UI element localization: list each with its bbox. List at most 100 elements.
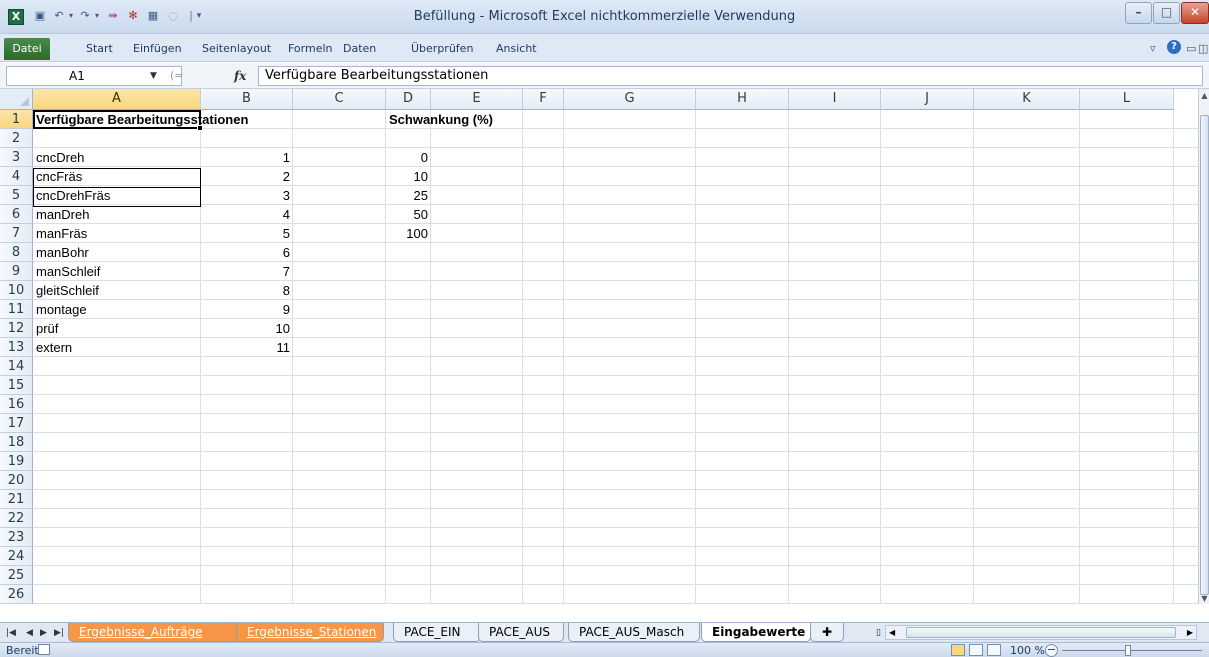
cell-a11[interactable]: montage xyxy=(33,300,90,319)
scroll-left-icon[interactable]: ◀ xyxy=(889,626,895,639)
name-box-dropdown-icon[interactable]: ▼ xyxy=(150,66,157,86)
column-header-b[interactable]: B xyxy=(201,89,293,110)
prev-sheet-icon[interactable]: ◀ xyxy=(26,625,33,641)
scroll-down-icon[interactable]: ▼ xyxy=(1199,594,1209,604)
formula-input[interactable]: Verfügbare Bearbeitungsstationen xyxy=(258,66,1203,86)
row-header-2[interactable]: 2 xyxy=(0,129,33,148)
sheet-tab-pace-aus[interactable]: PACE_AUS xyxy=(478,623,564,642)
cell-b6[interactable]: 4 xyxy=(201,205,293,224)
custom-icon-2[interactable]: ✻ xyxy=(126,9,140,23)
sheet-tab-pace-aus-masch[interactable]: PACE_AUS_Masch xyxy=(568,623,700,642)
cell-a12[interactable]: prüf xyxy=(33,319,61,338)
vertical-scroll-thumb[interactable] xyxy=(1200,115,1209,595)
cell-a8[interactable]: manBohr xyxy=(33,243,92,262)
tab-seitenlayout[interactable]: Seitenlayout xyxy=(202,40,271,58)
cell-d5[interactable]: 25 xyxy=(386,186,431,205)
cell-b4[interactable]: 2 xyxy=(201,167,293,186)
row-header-25[interactable]: 25 xyxy=(0,566,33,585)
row-header-13[interactable]: 13 xyxy=(0,338,33,357)
zoom-level[interactable]: 100 % xyxy=(1010,643,1045,657)
column-header-h[interactable]: H xyxy=(696,89,789,110)
zoom-slider-track[interactable] xyxy=(1062,650,1202,651)
cell-b11[interactable]: 9 xyxy=(201,300,293,319)
sheet-tab-pace-ein[interactable]: PACE_EIN xyxy=(393,623,481,642)
tab-ansicht[interactable]: Ansicht xyxy=(496,40,537,58)
row-header-19[interactable]: 19 xyxy=(0,452,33,471)
row-header-26[interactable]: 26 xyxy=(0,585,33,604)
cell-d4[interactable]: 10 xyxy=(386,167,431,186)
page-layout-view-icon[interactable] xyxy=(969,644,983,656)
cell-a5[interactable]: cncDrehFräs xyxy=(33,186,113,205)
column-header-e[interactable]: E xyxy=(431,89,523,110)
normal-view-icon[interactable] xyxy=(951,644,965,656)
cell-d6[interactable]: 50 xyxy=(386,205,431,224)
row-header-8[interactable]: 8 xyxy=(0,243,33,262)
row-header-14[interactable]: 14 xyxy=(0,357,33,376)
row-header-15[interactable]: 15 xyxy=(0,376,33,395)
row-header-17[interactable]: 17 xyxy=(0,414,33,433)
row-header-12[interactable]: 12 xyxy=(0,319,33,338)
row-header-20[interactable]: 20 xyxy=(0,471,33,490)
custom-icon-4[interactable]: ◌ xyxy=(166,9,180,23)
cell-a3[interactable]: cncDreh xyxy=(33,148,87,167)
ribbon-collapse-icon[interactable]: ▿ xyxy=(1150,40,1156,58)
tab-daten[interactable]: Daten xyxy=(343,40,376,58)
cell-b12[interactable]: 10 xyxy=(201,319,293,338)
column-header-k[interactable]: K xyxy=(974,89,1080,110)
column-header-f[interactable]: F xyxy=(523,89,564,110)
horizontal-scroll-thumb[interactable] xyxy=(906,627,1176,638)
minimize-button[interactable]: – xyxy=(1125,2,1152,24)
scroll-right-icon[interactable]: ▶ xyxy=(1187,626,1193,639)
horizontal-scrollbar[interactable]: ◀ ▶ xyxy=(885,625,1197,640)
first-sheet-icon[interactable]: |◀ xyxy=(6,625,16,641)
sheet-tab-eingabewerte[interactable]: Eingabewerte xyxy=(701,623,811,642)
scroll-up-icon[interactable]: ▲ xyxy=(1199,89,1209,103)
zoom-out-button[interactable]: − xyxy=(1045,644,1058,657)
row-header-9[interactable]: 9 xyxy=(0,262,33,281)
redo-dropdown-icon[interactable]: ▾ xyxy=(90,9,104,23)
help-icon[interactable]: ? xyxy=(1167,40,1181,54)
column-header-c[interactable]: C xyxy=(293,89,386,110)
cell-b5[interactable]: 3 xyxy=(201,186,293,205)
maximize-button[interactable]: □ xyxy=(1153,2,1180,24)
row-header-1[interactable]: 1 xyxy=(0,110,33,129)
save-icon[interactable]: ▣ xyxy=(33,9,47,23)
column-header-a[interactable]: A xyxy=(33,89,201,110)
fill-handle[interactable] xyxy=(197,125,203,131)
tab-formeln[interactable]: Formeln xyxy=(288,40,333,58)
row-header-21[interactable]: 21 xyxy=(0,490,33,509)
column-header-j[interactable]: J xyxy=(881,89,974,110)
row-header-11[interactable]: 11 xyxy=(0,300,33,319)
cell-b3[interactable]: 1 xyxy=(201,148,293,167)
column-header-d[interactable]: D xyxy=(386,89,431,110)
window-restore-icon[interactable]: ◫ xyxy=(1198,40,1208,58)
column-header-i[interactable]: I xyxy=(789,89,881,110)
row-header-22[interactable]: 22 xyxy=(0,509,33,528)
tab-start[interactable]: Start xyxy=(86,40,113,58)
tab-split-handle-icon[interactable]: ▯ xyxy=(876,625,881,641)
tab-einfuegen[interactable]: Einfügen xyxy=(133,40,182,58)
undo-dropdown-icon[interactable]: ▾ xyxy=(64,9,78,23)
tab-datei[interactable]: Datei xyxy=(4,38,50,60)
insert-function-dropdown-icon[interactable]: (= xyxy=(170,66,184,86)
custom-icon-3[interactable]: ▦ xyxy=(146,9,160,23)
select-all-corner[interactable] xyxy=(0,89,33,110)
row-header-10[interactable]: 10 xyxy=(0,281,33,300)
cell-d3[interactable]: 0 xyxy=(386,148,431,167)
cell-b10[interactable]: 8 xyxy=(201,281,293,300)
excel-app-icon[interactable]: X xyxy=(8,9,24,25)
row-header-3[interactable]: 3 xyxy=(0,148,33,167)
sheet-tab-ergebnisse-auftr-ge[interactable]: Ergebnisse_Aufträge xyxy=(68,623,248,642)
column-header-g[interactable]: G xyxy=(564,89,696,110)
cell-b9[interactable]: 7 xyxy=(201,262,293,281)
row-header-5[interactable]: 5 xyxy=(0,186,33,205)
cell-a10[interactable]: gleitSchleif xyxy=(33,281,102,300)
close-button[interactable]: ✕ xyxy=(1181,2,1209,24)
cell-b7[interactable]: 5 xyxy=(201,224,293,243)
macro-record-icon[interactable] xyxy=(38,644,50,655)
customize-dropdown-icon[interactable]: ▾ xyxy=(192,9,206,23)
row-header-23[interactable]: 23 xyxy=(0,528,33,547)
cell-d7[interactable]: 100 xyxy=(386,224,431,243)
cell-a4[interactable]: cncFräs xyxy=(33,167,85,186)
row-header-16[interactable]: 16 xyxy=(0,395,33,414)
